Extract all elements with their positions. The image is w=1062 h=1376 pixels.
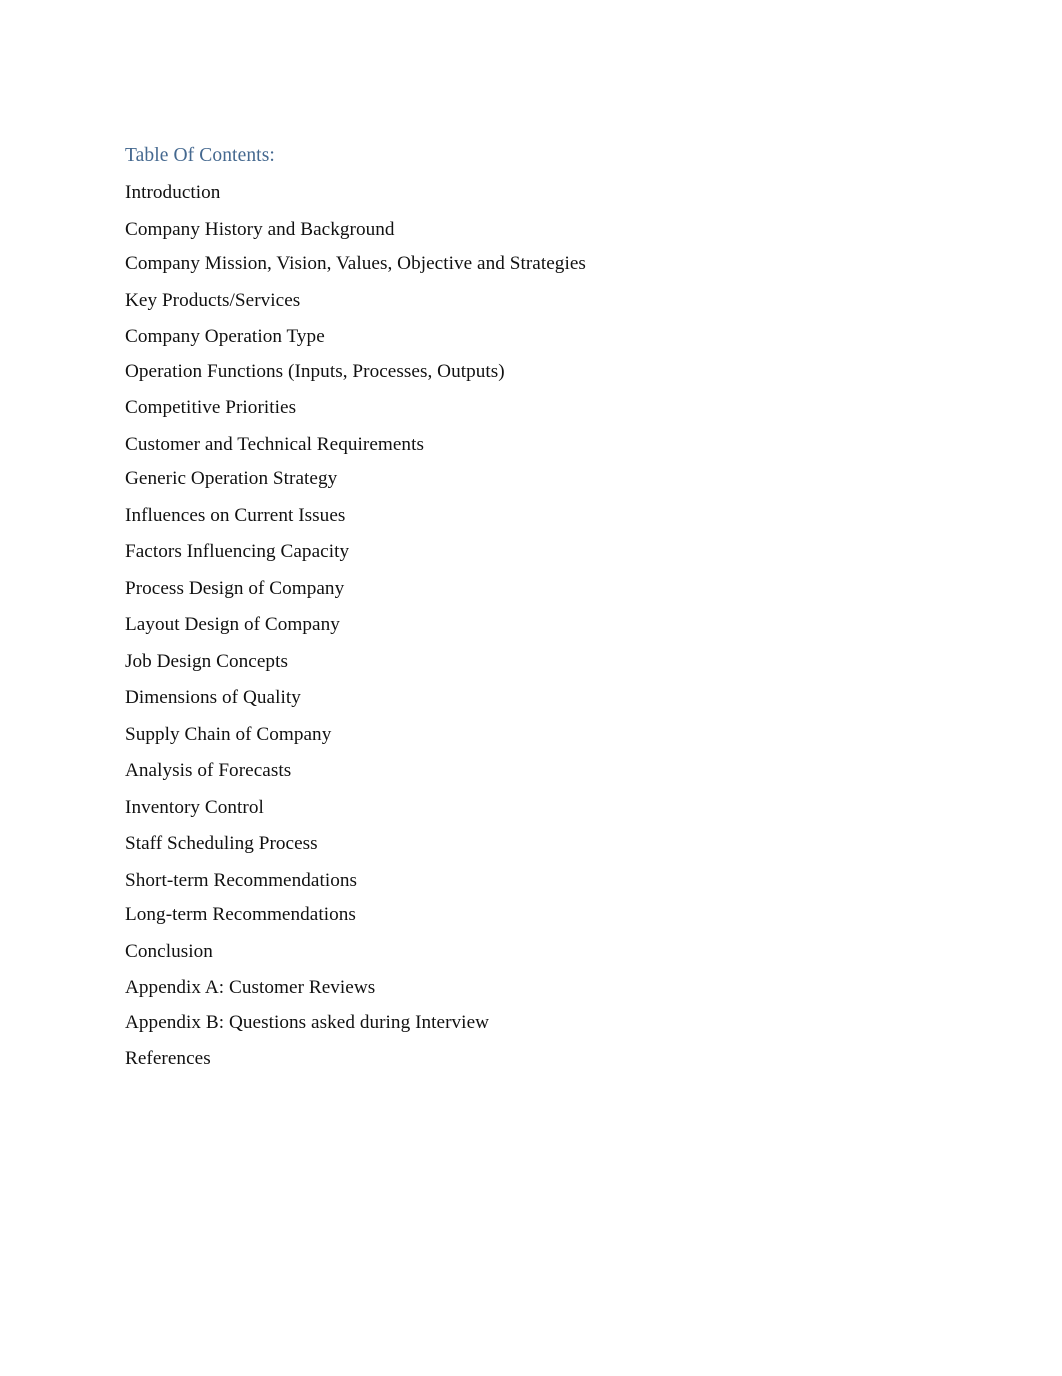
- toc-entry[interactable]: Conclusion: [125, 940, 965, 963]
- toc-entry[interactable]: Staff Scheduling Process: [125, 832, 965, 855]
- toc-entry[interactable]: Appendix A: Customer Reviews: [125, 976, 965, 999]
- toc-entry[interactable]: Company Operation Type: [125, 325, 965, 348]
- toc-entry[interactable]: Process Design of Company: [125, 577, 965, 600]
- toc-entry[interactable]: Generic Operation Strategy: [125, 467, 965, 490]
- toc-entry[interactable]: Appendix B: Questions asked during Inter…: [125, 1011, 965, 1034]
- toc-entry[interactable]: Layout Design of Company: [125, 613, 965, 636]
- toc-entry[interactable]: Factors Influencing Capacity: [125, 540, 965, 563]
- toc-entry[interactable]: Inventory Control: [125, 796, 965, 819]
- toc-entry[interactable]: Competitive Priorities: [125, 396, 965, 419]
- toc-entry[interactable]: Company History and Background: [125, 218, 965, 241]
- toc-entry-list: Introduction Company History and Backgrou…: [125, 181, 965, 1070]
- toc-entry[interactable]: References: [125, 1047, 965, 1070]
- page-title: Table Of Contents:: [125, 145, 275, 166]
- toc-entry[interactable]: Supply Chain of Company: [125, 723, 965, 746]
- toc-entry[interactable]: Analysis of Forecasts: [125, 759, 965, 782]
- toc-entry[interactable]: Job Design Concepts: [125, 650, 965, 673]
- toc-entry[interactable]: Introduction: [125, 181, 965, 204]
- toc-entry[interactable]: Short-term Recommendations: [125, 869, 965, 892]
- table-of-contents: Table Of Contents: Introduction Company H…: [125, 144, 965, 1070]
- toc-entry[interactable]: Customer and Technical Requirements: [125, 433, 965, 456]
- toc-entry[interactable]: Influences on Current Issues: [125, 504, 965, 527]
- toc-entry[interactable]: Dimensions of Quality: [125, 686, 965, 709]
- toc-entry[interactable]: Long-term Recommendations: [125, 903, 965, 926]
- toc-entry[interactable]: Key Products/Services: [125, 289, 965, 312]
- toc-entry[interactable]: Company Mission, Vision, Values, Objecti…: [125, 252, 965, 275]
- toc-entry[interactable]: Operation Functions (Inputs, Processes, …: [125, 360, 965, 383]
- document-page: Table Of Contents: Introduction Company H…: [0, 0, 1062, 1376]
